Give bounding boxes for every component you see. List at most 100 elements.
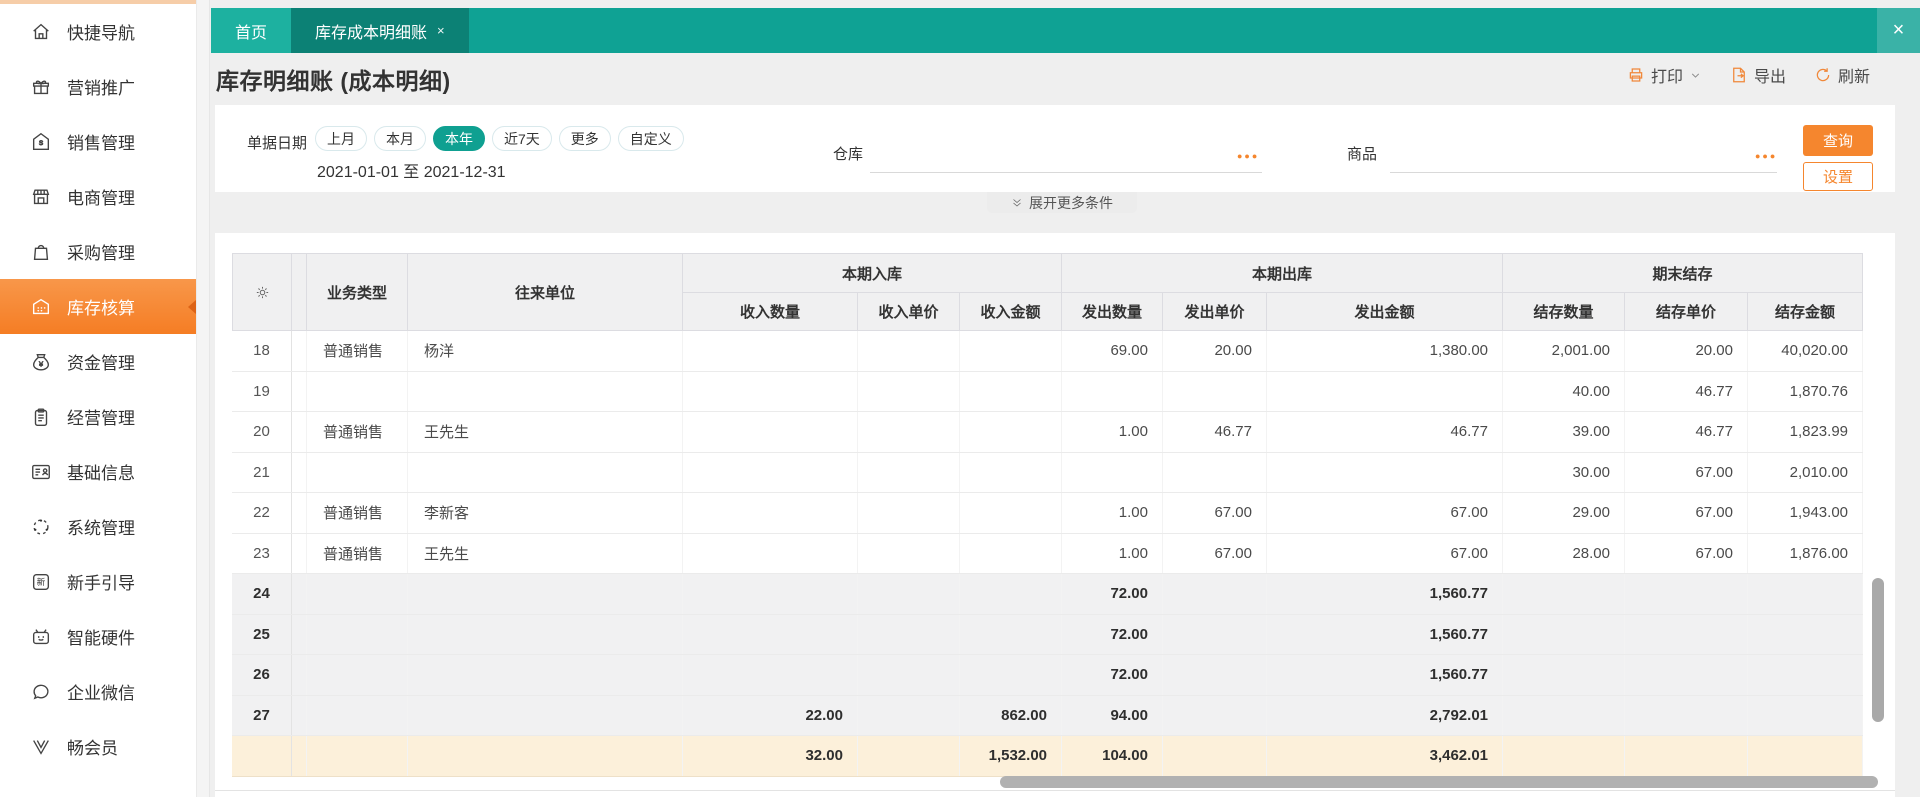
sidebar-item-home[interactable]: 快捷导航: [0, 4, 196, 59]
close-icon[interactable]: ×: [1877, 8, 1920, 53]
table-cell: [1267, 372, 1503, 412]
table-cell: [408, 372, 683, 412]
table-cell: [292, 453, 307, 493]
header-in-qty: 收入数量: [683, 293, 858, 331]
table-cell: [307, 453, 408, 493]
header-group-inbound: 本期入库: [683, 254, 1062, 293]
sidebar-item-label: 营销推广: [67, 74, 135, 99]
table-cell: [960, 372, 1062, 412]
tab-label: 首页: [235, 19, 267, 43]
print-button[interactable]: 打印: [1627, 63, 1702, 87]
sidebar-item-vip[interactable]: 畅会员: [0, 719, 196, 774]
sidebar-item-newbie[interactable]: 新手引导: [0, 554, 196, 609]
table-cell: [232, 736, 292, 776]
refresh-button[interactable]: 刷新: [1814, 63, 1870, 87]
table-row-24[interactable]: 2472.001,560.77: [232, 574, 1863, 615]
query-button[interactable]: 查询: [1803, 125, 1873, 156]
table-cell: [858, 655, 960, 695]
tab-inventory-cost-ledger[interactable]: 库存成本明细账×: [291, 8, 469, 53]
sidebar-item-store[interactable]: 电商管理: [0, 169, 196, 224]
sidebar-item-clipboard[interactable]: 经营管理: [0, 389, 196, 444]
sidebar-item-label: 库存核算: [67, 294, 135, 319]
sidebar-item-tv[interactable]: 智能硬件: [0, 609, 196, 664]
table-row-20[interactable]: 20普通销售王先生1.0046.7746.7739.0046.771,823.9…: [232, 412, 1863, 453]
wechat-icon: [30, 681, 52, 703]
table-row-21[interactable]: 2130.0067.002,010.00: [232, 453, 1863, 494]
settings-button[interactable]: 设置: [1803, 162, 1873, 191]
tab-close-icon[interactable]: ×: [437, 23, 445, 38]
date-pill-更多[interactable]: 更多: [559, 126, 611, 151]
sidebar-item-bag[interactable]: 采购管理: [0, 224, 196, 279]
sidebar-item-label: 经营管理: [67, 404, 135, 429]
product-input[interactable]: [1390, 149, 1777, 173]
table-cell: 1,876.00: [1748, 534, 1863, 574]
header-biz-type: 业务类型: [307, 254, 408, 331]
table-cell: [307, 655, 408, 695]
table-row-19[interactable]: 1940.0046.771,870.76: [232, 372, 1863, 413]
horizontal-scrollbar-thumb[interactable]: [1000, 776, 1878, 788]
sidebar-item-shop[interactable]: 销售管理: [0, 114, 196, 169]
column-settings-button[interactable]: [232, 254, 292, 331]
table-cell: [683, 372, 858, 412]
expand-more-conditions[interactable]: 展开更多条件: [987, 192, 1137, 213]
sidebar-scroll-gutter[interactable]: [196, 0, 210, 797]
sidebar-item-warehouse[interactable]: 库存核算: [0, 279, 196, 334]
table-cell: [408, 696, 683, 736]
date-pill-上月[interactable]: 上月: [315, 126, 367, 151]
table-cell: [960, 412, 1062, 452]
table-cell: [858, 412, 960, 452]
table-cell: [1748, 736, 1863, 776]
table-cell: [683, 331, 858, 371]
table-cell: [960, 534, 1062, 574]
date-pill-近7天[interactable]: 近7天: [492, 126, 552, 151]
date-pill-自定义[interactable]: 自定义: [618, 126, 684, 151]
date-range-value[interactable]: 2021-01-01 至 2021-12-31: [317, 158, 506, 182]
sidebar-item-money[interactable]: 资金管理: [0, 334, 196, 389]
table-cell: 24: [232, 574, 292, 614]
product-picker-dots[interactable]: ●●●: [1755, 151, 1777, 161]
sidebar-item-label: 智能硬件: [67, 624, 135, 649]
tv-icon: [30, 626, 52, 648]
table-cell: 1.00: [1062, 534, 1163, 574]
table-row-23[interactable]: 23普通销售王先生1.0067.0067.0028.0067.001,876.0…: [232, 534, 1863, 575]
table-row-18[interactable]: 18普通销售杨洋69.0020.001,380.002,001.0020.004…: [232, 331, 1863, 372]
table-row-25[interactable]: 2572.001,560.77: [232, 615, 1863, 656]
table-cell: [307, 736, 408, 776]
table-cell: [1625, 696, 1748, 736]
table-cell: [292, 736, 307, 776]
table-cell: [1267, 453, 1503, 493]
sidebar-item-gift[interactable]: 营销推广: [0, 59, 196, 114]
tab-home[interactable]: 首页: [211, 8, 291, 53]
table-cell: 39.00: [1503, 412, 1625, 452]
export-button[interactable]: 导出: [1730, 63, 1786, 87]
money-icon: [30, 351, 52, 373]
table-cell: [858, 493, 960, 533]
date-pill-本月[interactable]: 本月: [374, 126, 426, 151]
table-cell: 23: [232, 534, 292, 574]
table-header: 业务类型 往来单位 本期入库 本期出库 期末结存 收入数量 收入单价 收入金额 …: [232, 253, 1863, 331]
table-row-22[interactable]: 22普通销售李新客1.0067.0067.0029.0067.001,943.0…: [232, 493, 1863, 534]
sidebar-item-system[interactable]: 系统管理: [0, 499, 196, 554]
vertical-scrollbar-thumb[interactable]: [1872, 578, 1884, 722]
warehouse-picker-dots[interactable]: ●●●: [1237, 151, 1259, 161]
table-row-27[interactable]: 2722.00862.0094.002,792.01: [232, 696, 1863, 737]
table-cell: [1163, 574, 1267, 614]
table-cell: 20: [232, 412, 292, 452]
header-in-amount: 收入金额: [960, 293, 1062, 331]
table-cell: [292, 331, 307, 371]
sidebar-item-idcard[interactable]: 基础信息: [0, 444, 196, 499]
table-cell: [1625, 655, 1748, 695]
table-summary-row[interactable]: 32.001,532.00104.003,462.01: [232, 736, 1863, 777]
table-cell: 普通销售: [307, 493, 408, 533]
warehouse-input[interactable]: [870, 149, 1262, 173]
table-cell: [683, 493, 858, 533]
refresh-label: 刷新: [1838, 63, 1870, 87]
table-row-26[interactable]: 2672.001,560.77: [232, 655, 1863, 696]
table-cell: [292, 372, 307, 412]
vip-icon: [30, 736, 52, 758]
table-cell: [858, 534, 960, 574]
idcard-icon: [30, 461, 52, 483]
sidebar-item-wechat[interactable]: 企业微信: [0, 664, 196, 719]
double-chevron-down-icon: [1011, 197, 1023, 209]
date-pill-本年[interactable]: 本年: [433, 126, 485, 151]
